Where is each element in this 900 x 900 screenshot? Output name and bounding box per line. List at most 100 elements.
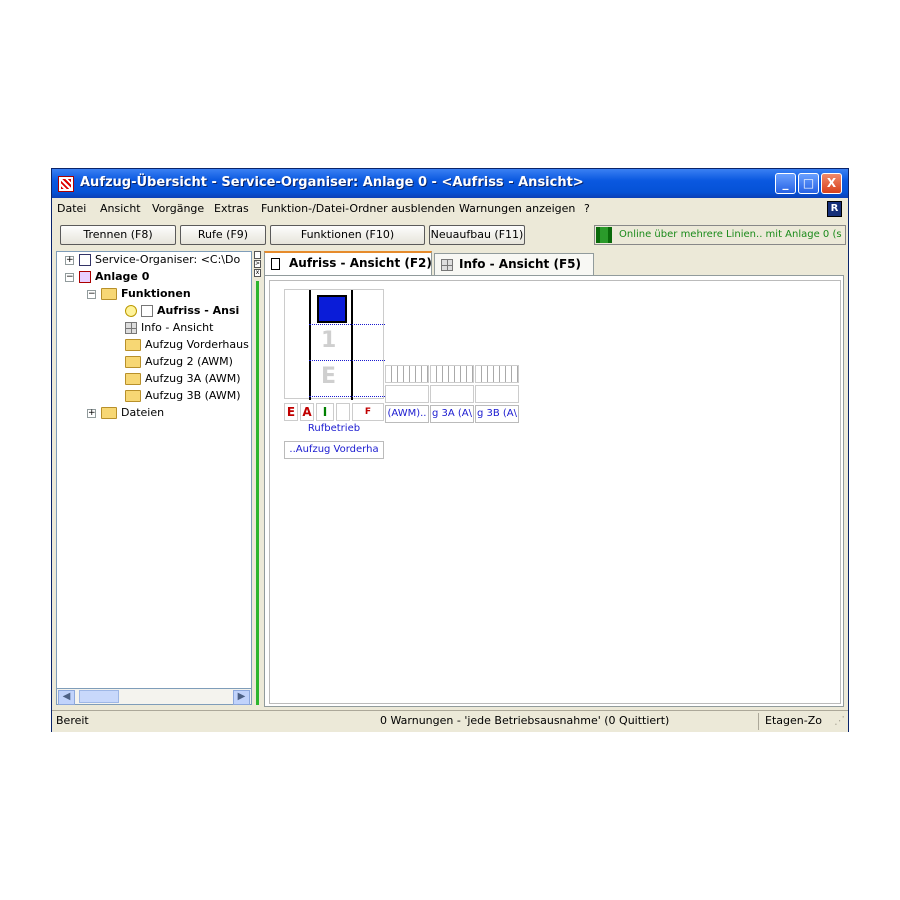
menu-warnungen[interactable]: Warnungen anzeigen	[459, 202, 575, 215]
minimize-button[interactable]: _	[775, 173, 796, 194]
main-window: Aufzug-Übersicht - Service-Organiser: An…	[51, 168, 849, 732]
elevator-3b-shaft[interactable]	[475, 365, 519, 383]
status-bar: Bereit 0 Warnungen - 'jede Betriebsausna…	[52, 710, 848, 732]
splitter-arrow-icon[interactable]: >	[254, 260, 261, 268]
maximize-button[interactable]: □	[798, 173, 819, 194]
neuaufbau-button[interactable]: Neuaufbau (F11)	[429, 225, 525, 245]
menu-help[interactable]: ?	[584, 202, 590, 215]
close-button[interactable]: X	[821, 173, 842, 194]
elevator-view-icon	[271, 258, 280, 270]
splitter-close-icon[interactable]: x	[254, 269, 261, 277]
folder-open-icon	[101, 288, 117, 300]
tab-aufriss[interactable]: Aufriss - Ansicht (F2)	[264, 251, 432, 276]
tree-node-vorderhaus-label: Aufzug Vorderhaus	[145, 338, 249, 351]
status-empty[interactable]	[336, 403, 350, 421]
expand-icon[interactable]: +	[65, 256, 74, 265]
resize-grip-icon[interactable]: ⋰	[834, 714, 845, 727]
navigation-tree[interactable]: + Service-Organiser: <C:\Do − Anlage 0 −…	[56, 251, 252, 705]
tree-node-aufzug3a-label: Aufzug 3A (AWM)	[145, 372, 241, 385]
tree-node-aufriss-label: Aufriss - Ansi	[157, 304, 240, 317]
elevator-3b-name[interactable]: g 3B (A\	[475, 405, 519, 423]
tree-node-anlage[interactable]: Anlage 0	[79, 269, 149, 285]
menu-extras[interactable]: Extras	[214, 202, 249, 215]
plant-icon	[79, 271, 91, 283]
online-status-panel: Online über mehrere Linien.. mit Anlage …	[594, 225, 846, 245]
elevator-2-shaft[interactable]	[385, 365, 429, 383]
r-logo-icon: R	[827, 201, 842, 217]
online-status-text: Online über mehrere Linien.. mit Anlage …	[619, 229, 842, 240]
status-warnings: 0 Warnungen - 'jede Betriebsausnahme' (0…	[380, 714, 670, 727]
aufriss-view-panel: 1 E E A I F Rufbetrieb ..Aufzug Vorderha…	[264, 275, 844, 707]
rufe-button[interactable]: Rufe (F9)	[180, 225, 266, 245]
tree-node-funktionen-label: Funktionen	[121, 287, 191, 300]
tree-node-info[interactable]: Info - Ansicht	[125, 320, 213, 336]
menu-datei[interactable]: Datei	[57, 202, 86, 215]
menu-ansicht[interactable]: Ansicht	[100, 202, 141, 215]
menu-ordner-ausblenden[interactable]: Funktion-/Datei-Ordner ausblenden	[261, 202, 455, 215]
tree-node-info-label: Info - Ansicht	[141, 321, 214, 334]
pane-splitter[interactable]: > x	[253, 251, 261, 705]
window-title: Aufzug-Übersicht - Service-Organiser: An…	[80, 175, 584, 190]
elevator-view-icon	[141, 305, 153, 317]
tree-node-dateien-label: Dateien	[121, 406, 165, 419]
button-bar: Trennen (F8) Rufe (F9) Funktionen (F10) …	[52, 220, 848, 248]
scroll-right-arrow-icon[interactable]: ▶	[233, 690, 250, 705]
funktionen-button[interactable]: Funktionen (F10)	[270, 225, 425, 245]
status-ready: Bereit	[56, 714, 89, 727]
folder-icon	[101, 407, 117, 419]
elevator-2-name[interactable]: (AWM)..	[385, 405, 429, 423]
tab-info[interactable]: Info - Ansicht (F5)	[434, 253, 594, 276]
tree-node-aufriss[interactable]: Aufriss - Ansi	[125, 303, 239, 319]
menu-bar: Datei Ansicht Vorgänge Extras Funktion-/…	[52, 198, 848, 219]
elevator-3b-box	[475, 385, 519, 403]
tree-node-funktionen[interactable]: Funktionen	[101, 286, 191, 302]
tree-node-root[interactable]: Service-Organiser: <C:\Do	[79, 252, 240, 268]
splitter-green-line	[256, 281, 259, 705]
elevator-3a-shaft[interactable]	[430, 365, 474, 383]
elevator-3a-name[interactable]: g 3A (A\	[430, 405, 474, 423]
status-a[interactable]: A	[300, 403, 314, 421]
status-floor-zone: Etagen-Zo	[765, 714, 822, 727]
tree-node-aufzug3b-label: Aufzug 3B (AWM)	[145, 389, 241, 402]
status-divider	[758, 713, 759, 730]
tree-node-aufzug3a[interactable]: Aufzug 3A (AWM)	[125, 371, 241, 387]
floor-label-1: 1	[321, 328, 337, 353]
grid-icon	[441, 259, 453, 271]
status-i[interactable]: I	[316, 403, 334, 421]
tree-node-aufzug3b[interactable]: Aufzug 3B (AWM)	[125, 388, 241, 404]
lightbulb-icon	[125, 305, 137, 317]
elevator-name[interactable]: ..Aufzug Vorderha	[284, 441, 384, 459]
tree-horizontal-scrollbar[interactable]: ◀ ▶	[56, 688, 252, 705]
elevator-shaft[interactable]: 1 E	[284, 289, 385, 400]
tree-node-anlage-label: Anlage 0	[95, 270, 150, 283]
menu-vorgaenge[interactable]: Vorgänge	[152, 202, 204, 215]
status-f[interactable]: F	[352, 403, 384, 421]
floor-line	[309, 360, 385, 361]
collapse-icon[interactable]: −	[65, 273, 74, 282]
scroll-thumb[interactable]	[79, 690, 119, 703]
tree-node-aufzug2[interactable]: Aufzug 2 (AWM)	[125, 354, 233, 370]
tree-node-root-label: Service-Organiser: <C:\Do	[95, 253, 241, 266]
tab-info-label: Info - Ansicht (F5)	[459, 257, 581, 271]
collapse-icon[interactable]: −	[87, 290, 96, 299]
title-bar[interactable]: Aufzug-Übersicht - Service-Organiser: An…	[52, 169, 848, 198]
splitter-green-button[interactable]	[254, 251, 261, 259]
folder-icon	[125, 390, 141, 402]
app-icon[interactable]	[58, 176, 74, 192]
status-e[interactable]: E	[284, 403, 298, 421]
floor-line	[309, 396, 385, 397]
grid-icon	[125, 322, 137, 334]
folder-icon	[125, 373, 141, 385]
scroll-left-arrow-icon[interactable]: ◀	[58, 690, 75, 705]
tree-node-vorderhaus[interactable]: Aufzug Vorderhaus	[125, 337, 249, 353]
service-organiser-icon	[79, 254, 91, 266]
trennen-button[interactable]: Trennen (F8)	[60, 225, 176, 245]
expand-icon[interactable]: +	[87, 409, 96, 418]
tab-aufriss-label: Aufriss - Ansicht (F2)	[289, 256, 432, 270]
floor-label-e: E	[321, 364, 337, 389]
tree-node-dateien[interactable]: Dateien	[101, 405, 164, 421]
elevator-cabin[interactable]	[317, 295, 347, 323]
aufriss-canvas: 1 E E A I F Rufbetrieb ..Aufzug Vorderha…	[269, 280, 841, 704]
tree-node-aufzug2-label: Aufzug 2 (AWM)	[145, 355, 233, 368]
online-indicator-icon	[596, 227, 612, 243]
